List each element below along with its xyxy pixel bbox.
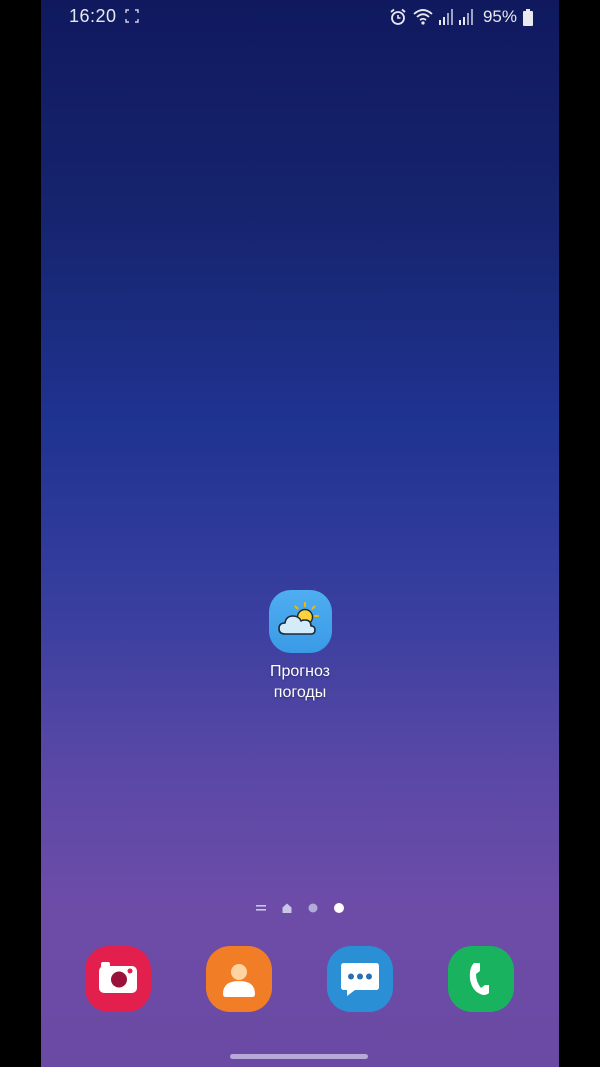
phone-app[interactable] xyxy=(448,946,514,1012)
camera-icon xyxy=(99,962,137,993)
phone-icon xyxy=(469,963,489,995)
screenshot-icon xyxy=(125,9,139,23)
camera-app[interactable] xyxy=(85,946,151,1012)
dock xyxy=(41,946,559,1014)
messages-app[interactable] xyxy=(327,946,393,1012)
app-label-line1: Прогноз xyxy=(269,663,331,680)
app-label-line2: погоды xyxy=(273,684,327,701)
weather-icon xyxy=(268,590,332,653)
home-indicator-icon[interactable] xyxy=(281,902,293,914)
navigation-handle[interactable] xyxy=(230,1054,368,1059)
contacts-icon xyxy=(223,964,255,997)
app-weather-forecast[interactable]: Прогноз погоды xyxy=(253,590,347,703)
apps-list-indicator-icon[interactable] xyxy=(255,902,267,914)
alarm-icon xyxy=(389,8,407,26)
page-dot[interactable] xyxy=(307,902,319,914)
status-icons: 95% xyxy=(389,6,533,28)
battery-icon xyxy=(523,8,533,26)
page-dot-active[interactable] xyxy=(333,902,345,914)
page-indicator[interactable] xyxy=(41,898,559,918)
app-label: Прогноз погоды xyxy=(253,661,347,703)
messages-icon xyxy=(341,963,379,996)
status-bar: 16:20 95% xyxy=(41,0,559,34)
signal-icon xyxy=(458,9,473,25)
home-screen: 16:20 95% Прогноз погоды xyxy=(41,0,559,1067)
contacts-app[interactable] xyxy=(206,946,272,1012)
wifi-icon xyxy=(413,8,433,26)
signal-icon xyxy=(438,9,453,25)
battery-percent: 95% xyxy=(482,7,517,26)
status-time: 16:20 xyxy=(69,6,117,26)
